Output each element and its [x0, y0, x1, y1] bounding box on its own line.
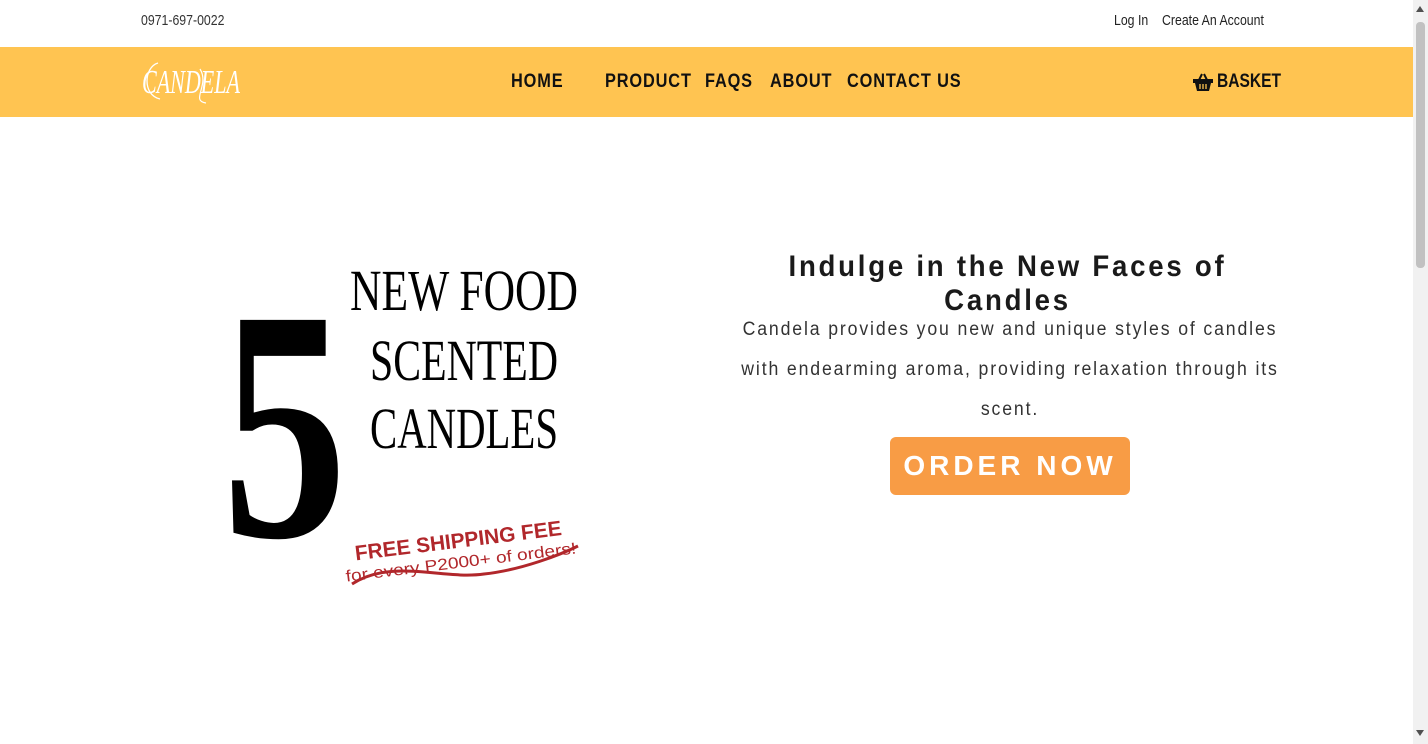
create-account-link[interactable]: Create An Account: [1162, 12, 1264, 29]
nav-links: HOME PRODUCT FAQS ABOUT CONTACT US: [511, 71, 981, 93]
nav-faqs[interactable]: FAQS: [705, 71, 752, 93]
basket-button[interactable]: BASKET: [1193, 71, 1295, 93]
promo-line1: NEW FOOD: [350, 258, 578, 323]
promo-line2: SCENTED: [370, 328, 558, 393]
scroll-up-arrow[interactable]: [1416, 6, 1424, 12]
nav-contact-us[interactable]: CONTACT US: [847, 71, 961, 93]
promo-line3: CANDLES: [370, 396, 558, 461]
login-link[interactable]: Log In: [1114, 12, 1148, 29]
nav-product[interactable]: PRODUCT: [605, 71, 691, 93]
main-navbar: CANDELA HOME PRODUCT FAQS ABOUT CONTACT …: [0, 47, 1413, 117]
logo-letters: CANDELA: [142, 64, 240, 101]
candela-logo[interactable]: CANDELA: [140, 55, 245, 107]
nav-home[interactable]: HOME: [511, 71, 571, 93]
promo-banner-image: 5 NEW FOOD SCENTED CANDLES FREE SHIPPING…: [222, 258, 579, 594]
scroll-thumb[interactable]: [1416, 22, 1425, 268]
top-bar: 0971-697-0022 Log In Create An Account: [0, 0, 1413, 47]
scroll-down-arrow[interactable]: [1416, 730, 1424, 736]
vertical-scrollbar[interactable]: [1413, 0, 1428, 744]
promo-number: 5: [222, 258, 347, 594]
basket-icon: [1193, 73, 1213, 91]
phone-number: 0971-697-0022: [141, 12, 225, 29]
order-now-button[interactable]: ORDER NOW: [890, 437, 1130, 495]
basket-label: BASKET: [1217, 71, 1282, 92]
hero-title: Indulge in the New Faces of Candles: [788, 250, 1227, 317]
nav-about[interactable]: ABOUT: [770, 71, 832, 93]
hero-description: Candela provides you new and unique styl…: [741, 319, 1279, 420]
